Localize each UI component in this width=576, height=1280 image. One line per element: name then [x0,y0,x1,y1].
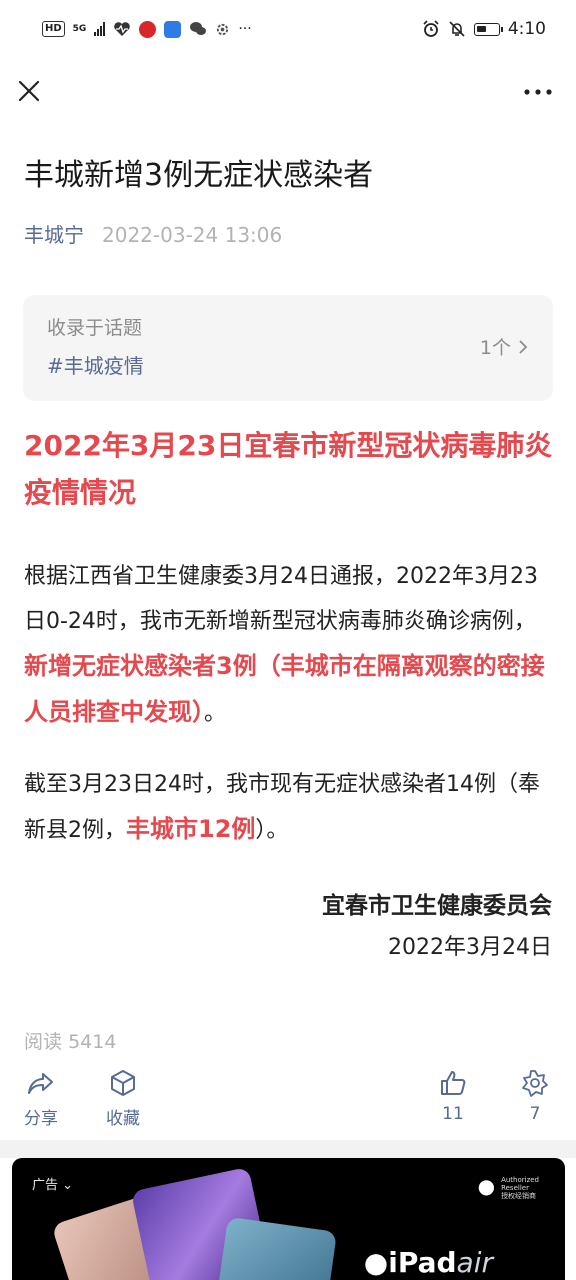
signal-bars-icon [94,22,106,36]
wow-star-icon [522,1070,548,1097]
reseller-line1: Authorized [501,1176,539,1184]
section-divider [0,1140,576,1158]
topic-card[interactable]: 收录于话题 #丰城疫情 1个 [23,295,553,401]
read-count: 阅读 5414 [24,1027,116,1054]
share-label: 分享 [24,1109,58,1129]
status-bar: HD 5G ··· 4:10 [0,0,576,58]
heart-rate-icon [114,22,131,36]
topic-label: 收录于话题 [47,317,143,339]
share-button[interactable]: 分享 [6,1068,76,1129]
apple-logo-icon: ● [477,1174,496,1198]
apple-logo-small-icon: ● [363,1246,389,1279]
author-link[interactable]: 丰城宁 [24,219,84,251]
cube-icon [111,1070,135,1096]
paragraph-2-end: ）。 [255,818,289,843]
ipad-air-logo: ●iPadair [364,1246,493,1279]
mute-icon [449,21,465,37]
topic-tag[interactable]: #丰城疫情 [47,350,144,379]
close-icon[interactable] [14,76,46,108]
signature-org: 宜春市卫生健康委员会 [322,893,552,919]
nav-bar [0,64,576,120]
read-count-value: 5414 [68,1031,117,1053]
paragraph-1-text: 根据江西省卫生健康委3月24日通报，2022年3月23日0-24时，我市无新增新… [24,564,538,634]
paragraph-1-highlight: 新增无症状感染者3例（丰城市在隔离观察的密接人员排查中发现） [24,652,545,726]
topic-count-label: 1个 [479,337,511,359]
publish-date: 2022-03-24 13:06 [102,223,283,247]
like-button[interactable]: 11 [418,1068,488,1124]
paragraph-1: 根据江西省卫生健康委3月24日通报，2022年3月23日0-24时，我市无新增新… [24,554,556,736]
ad-label-text: 广告 [32,1178,59,1193]
chevron-down-icon: ⌄ [62,1178,74,1193]
article-title: 丰城新增3例无症状感染者 [24,158,374,193]
favorite-label: 收藏 [106,1109,140,1129]
settings-icon [217,23,229,35]
tablet-image-blue [216,1216,338,1280]
ad-banner[interactable]: 广告 ⌄ ● Authorized Reseller 授权经销商 ●iPadai… [12,1158,565,1280]
paragraph-2-highlight: 丰城市12例 [126,815,256,843]
status-right: 4:10 [422,19,546,39]
share-icon [28,1073,53,1094]
favorite-button[interactable]: 收藏 [88,1068,158,1129]
like-count: 11 [442,1104,464,1124]
more-notifications: ··· [238,21,252,37]
wow-count: 7 [529,1104,541,1124]
paragraph-2: 截至3月23日24时，我市现有无症状感染者14例（奉新县2例，丰城市12例）。 [24,762,556,853]
hd-badge: HD [42,21,65,37]
reseller-text: Authorized Reseller 授权经销商 [501,1176,539,1200]
signature-date: 2022年3月24日 [388,935,552,960]
clock: 4:10 [507,19,546,39]
paragraph-1-end: 。 [204,701,227,726]
wechat-icon [190,22,207,35]
read-count-label: 阅读 [24,1031,63,1053]
brand-sub: air [456,1246,493,1279]
more-options-icon[interactable] [520,76,556,108]
brand-main: iPad [388,1246,457,1279]
topic-count: 1个 [480,333,529,360]
wow-button[interactable]: 7 [500,1068,570,1124]
ad-label[interactable]: 广告 ⌄ [32,1174,73,1193]
alarm-icon [423,20,439,37]
status-left: HD 5G ··· [42,20,252,38]
authorized-reseller-badge: ● Authorized Reseller 授权经销商 [478,1176,539,1200]
app-notification-icon [139,20,157,38]
reseller-line3: 授权经销商 [501,1192,537,1200]
article-meta: 丰城宁 2022-03-24 13:06 [24,219,282,251]
app-icon-blue [164,20,182,38]
battery-icon [473,22,503,36]
chevron-right-icon [519,339,528,354]
thumbs-up-icon [441,1071,466,1095]
signal-label: 5G [72,23,87,34]
reseller-line2: Reseller [501,1184,529,1192]
section-headline: 2022年3月23日宜春市新型冠状病毒肺炎疫情情况 [24,429,553,509]
